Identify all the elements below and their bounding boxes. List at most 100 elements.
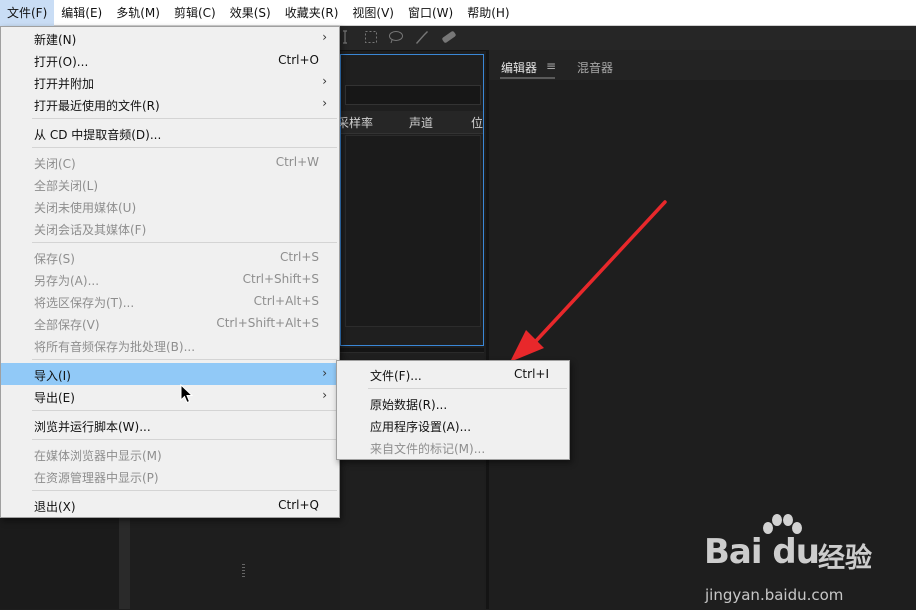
column-bits[interactable]: 位 (471, 114, 483, 131)
menu-separator (32, 242, 337, 243)
menu-help[interactable]: 帮助(H) (460, 0, 516, 26)
active-tab-indicator (500, 77, 555, 79)
watermark-url: jingyan.baidu.com (705, 586, 844, 604)
menu-favorites[interactable]: 收藏夹(R) (278, 0, 346, 26)
menu-item-shortcut: Ctrl+I (514, 367, 549, 381)
menu-item-open[interactable]: 打开(O)... Ctrl+O (1, 49, 339, 71)
menu-item-close[interactable]: 关闭(C) Ctrl+W (1, 151, 339, 173)
menu-item-save-as[interactable]: 另存为(A)... Ctrl+Shift+S (1, 268, 339, 290)
chevron-right-icon: › (322, 30, 327, 44)
menu-item-shortcut: Ctrl+Shift+S (242, 272, 319, 286)
menu-item-exit[interactable]: 退出(X) Ctrl+Q (1, 494, 339, 516)
menu-item-extract-cd[interactable]: 从 CD 中提取音频(D)... (1, 122, 339, 144)
lasso-select-icon[interactable] (388, 30, 404, 48)
menu-item-new[interactable]: 新建(N) › (1, 27, 339, 49)
menu-item-save-selection[interactable]: 将选区保存为(T)... Ctrl+Alt+S (1, 290, 339, 312)
files-search-bar[interactable] (345, 85, 481, 105)
menu-item-label: 文件(F)... (370, 369, 422, 383)
menu-item-label: 全部保存(V) (34, 318, 100, 332)
menu-item-label: 浏览并运行脚本(W)... (34, 420, 151, 434)
menu-bar: 文件(F) 编辑(E) 多轨(M) 剪辑(C) 效果(S) 收藏夹(R) 视图(… (0, 0, 916, 26)
chevron-right-icon: › (322, 74, 327, 88)
spot-healing-brush-icon[interactable] (440, 30, 458, 48)
menu-item-label: 全部关闭(L) (34, 179, 99, 193)
tab-mixer[interactable]: 混音器 (577, 59, 613, 76)
mouse-pointer-icon (180, 384, 194, 404)
submenu-item-raw-data[interactable]: 原始数据(R)... (337, 392, 569, 414)
tab-menu-icon[interactable]: ≡ (546, 59, 556, 73)
menu-effects[interactable]: 效果(S) (223, 0, 278, 26)
menu-item-label: 原始数据(R)... (370, 398, 448, 412)
menu-separator (32, 439, 337, 440)
menu-item-close-all[interactable]: 全部关闭(L) (1, 173, 339, 195)
menu-item-open-append[interactable]: 打开并附加 › (1, 71, 339, 93)
menu-separator (32, 147, 337, 148)
menu-item-import[interactable]: 导入(I) › (1, 363, 339, 385)
menu-item-run-script[interactable]: 浏览并运行脚本(W)... (1, 414, 339, 436)
menu-edit[interactable]: 编辑(E) (54, 0, 109, 26)
menu-item-save-all[interactable]: 全部保存(V) Ctrl+Shift+Alt+S (1, 312, 339, 334)
menu-item-close-session[interactable]: 关闭会话及其媒体(F) (1, 217, 339, 239)
files-column-header: 采样率 声道 位 (337, 111, 483, 134)
submenu-item-app-settings[interactable]: 应用程序设置(A)... (337, 414, 569, 436)
editor-tab-bar: 编辑器 ≡ 混音器 (489, 50, 916, 80)
marquee-select-icon[interactable] (364, 30, 378, 48)
menu-item-label: 从 CD 中提取音频(D)... (34, 128, 162, 142)
menu-item-label: 来自文件的标记(M)... (370, 442, 486, 456)
menu-item-export[interactable]: 导出(E) › (1, 385, 339, 407)
menu-item-label: 打开并附加 (34, 77, 95, 91)
menu-item-label: 将所有音频保存为批处理(B)... (34, 340, 196, 354)
menu-item-label: 将选区保存为(T)... (34, 296, 135, 310)
menu-multitrack[interactable]: 多轨(M) (109, 0, 167, 26)
baidu-jingyan-watermark: Bai du 经验 jingyan.baidu.com (700, 514, 916, 609)
menu-item-reveal-explorer[interactable]: 在资源管理器中显示(P) (1, 465, 339, 487)
menu-item-label: 打开(O)... (34, 55, 89, 69)
brush-select-icon[interactable] (414, 30, 430, 48)
menu-item-save-batch[interactable]: 将所有音频保存为批处理(B)... (1, 334, 339, 356)
menu-item-label: 保存(S) (34, 252, 75, 266)
menu-file[interactable]: 文件(F) (0, 0, 55, 26)
menu-item-shortcut: Ctrl+Q (278, 498, 319, 512)
chevron-right-icon: › (322, 96, 327, 110)
menu-item-open-recent[interactable]: 打开最近使用的文件(R) › (1, 93, 339, 115)
menu-separator (32, 410, 337, 411)
menu-item-label: 打开最近使用的文件(R) (34, 99, 160, 113)
menu-item-label: 退出(X) (34, 500, 76, 514)
chevron-right-icon: › (322, 366, 327, 380)
menu-separator (32, 359, 337, 360)
column-channels[interactable]: 声道 (409, 114, 433, 131)
panel-resize-handle[interactable] (119, 518, 245, 609)
menu-separator (32, 490, 337, 491)
submenu-item-markers-from-file[interactable]: 来自文件的标记(M)... (337, 436, 569, 458)
menu-item-close-unused[interactable]: 关闭未使用媒体(U) (1, 195, 339, 217)
import-submenu: 文件(F)... Ctrl+I 原始数据(R)... 应用程序设置(A)... … (336, 360, 570, 460)
baidu-logo-text: Bai du (704, 532, 820, 572)
file-menu-dropdown: 新建(N) › 打开(O)... Ctrl+O 打开并附加 › 打开最近使用的文… (0, 26, 340, 518)
column-sample-rate[interactable]: 采样率 (337, 114, 373, 131)
menu-item-label: 关闭(C) (34, 157, 76, 171)
menu-item-reveal-media-browser[interactable]: 在媒体浏览器中显示(M) (1, 443, 339, 465)
menu-item-label: 关闭未使用媒体(U) (34, 201, 137, 215)
menu-clip[interactable]: 剪辑(C) (167, 0, 223, 26)
submenu-item-import-file[interactable]: 文件(F)... Ctrl+I (337, 363, 569, 385)
menu-separator (368, 388, 567, 389)
menu-view[interactable]: 视图(V) (345, 0, 401, 26)
menu-item-shortcut: Ctrl+Shift+Alt+S (216, 316, 319, 330)
jingyan-brand-text: 经验 (818, 543, 872, 574)
menu-item-shortcut: Ctrl+W (275, 155, 319, 169)
menu-window[interactable]: 窗口(W) (401, 0, 460, 26)
tab-editor[interactable]: 编辑器 (501, 59, 537, 76)
time-selection-tool-icon[interactable] (342, 30, 350, 48)
menu-item-label: 导入(I) (34, 369, 71, 383)
menu-item-save[interactable]: 保存(S) Ctrl+S (1, 246, 339, 268)
menu-item-label: 在资源管理器中显示(P) (34, 471, 159, 485)
menu-item-shortcut: Ctrl+S (279, 250, 319, 264)
menu-item-label: 在媒体浏览器中显示(M) (34, 449, 162, 463)
files-list[interactable] (345, 135, 481, 327)
grip-icon (242, 564, 245, 578)
menu-item-label: 导出(E) (34, 391, 75, 405)
menu-item-label: 应用程序设置(A)... (370, 420, 472, 434)
menu-item-shortcut: Ctrl+O (278, 53, 319, 67)
left-panel (0, 518, 245, 609)
files-panel: 采样率 声道 位 (337, 54, 484, 346)
